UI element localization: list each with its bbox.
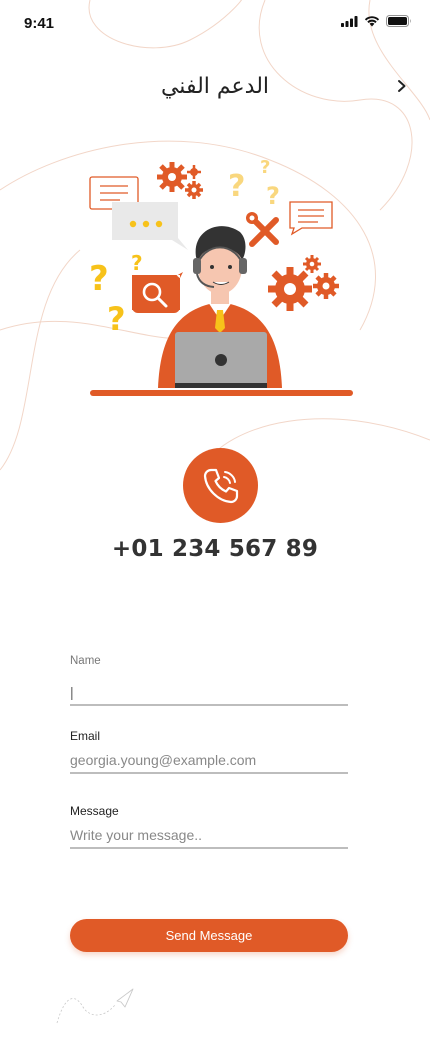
battery-icon bbox=[386, 15, 411, 27]
paper-plane-icon bbox=[56, 988, 134, 1024]
header: الدعم الفني bbox=[0, 60, 430, 112]
call-button[interactable] bbox=[183, 448, 258, 523]
message-bubble-icon bbox=[289, 201, 333, 236]
gears-right-icon bbox=[268, 255, 339, 311]
support-phone-number: +01 234 567 89 bbox=[111, 536, 319, 562]
cellular-signal-icon bbox=[341, 15, 358, 27]
desk bbox=[90, 390, 353, 396]
tools-icon bbox=[246, 212, 279, 247]
status-bar: 9:41 bbox=[0, 0, 430, 46]
gears-icon bbox=[157, 162, 203, 199]
svg-text:?: ? bbox=[107, 300, 126, 338]
chevron-right-icon bbox=[398, 80, 406, 92]
name-input[interactable] bbox=[70, 680, 348, 706]
name-field-group: Name bbox=[70, 652, 348, 727]
page-title: الدعم الفني bbox=[160, 74, 270, 99]
svg-text:?: ? bbox=[266, 182, 280, 210]
back-button[interactable] bbox=[390, 74, 414, 98]
search-icon bbox=[132, 272, 183, 313]
name-label: Name bbox=[70, 655, 101, 667]
status-icons bbox=[341, 15, 412, 27]
svg-text:?: ? bbox=[260, 157, 270, 178]
phone-icon bbox=[203, 468, 238, 503]
svg-text:?: ? bbox=[228, 169, 245, 204]
message-field-group: Message bbox=[70, 802, 348, 877]
contact-form: Name Email Message bbox=[70, 652, 348, 877]
laptop-icon bbox=[175, 332, 267, 388]
email-field-group: Email bbox=[70, 727, 348, 802]
support-agent-illustration: ? ? ? ? ? ? bbox=[89, 157, 353, 396]
wifi-icon bbox=[364, 16, 380, 27]
svg-text:?: ? bbox=[89, 259, 109, 299]
typing-bubble-icon bbox=[112, 202, 188, 250]
status-time: 9:41 bbox=[24, 15, 55, 32]
message-label: Message bbox=[70, 804, 119, 818]
svg-text:?: ? bbox=[131, 251, 143, 275]
email-input[interactable] bbox=[70, 748, 348, 774]
send-message-button[interactable]: Send Message bbox=[70, 919, 348, 952]
message-input[interactable] bbox=[70, 823, 348, 849]
email-label: Email bbox=[70, 729, 101, 743]
